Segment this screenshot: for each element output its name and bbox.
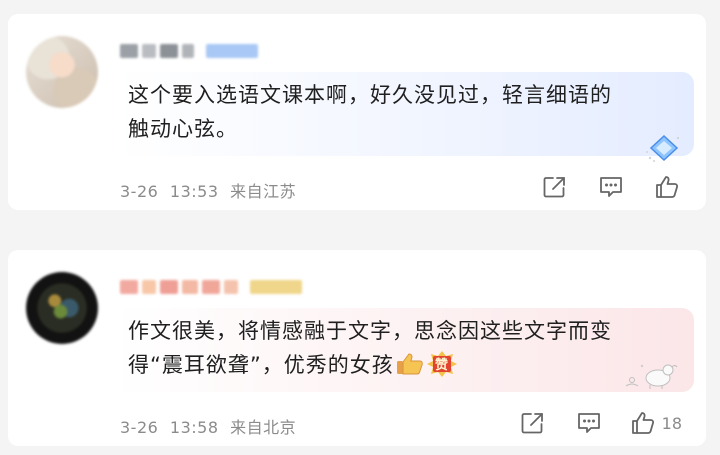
like-button[interactable]: 18 <box>630 410 682 436</box>
zan-emoji-icon: 赞 <box>426 351 457 377</box>
comment-icon <box>576 411 602 435</box>
comment-time: 13:58 <box>169 418 219 437</box>
reply-button[interactable] <box>574 410 604 436</box>
zan-emoji-text: 赞 <box>434 357 449 373</box>
comment-date: 3-26 <box>120 182 159 201</box>
comment-text: 作文很美，将情感融于文字，思念因这些文字而变 得“震耳欲聋”，优秀的女孩 赞 <box>128 319 612 377</box>
like-button[interactable] <box>652 174 682 200</box>
comment-meta: 3-26 13:53 来自江苏 <box>120 178 296 202</box>
thumbs-up-icon <box>630 410 656 436</box>
avatar[interactable] <box>26 36 98 108</box>
user-badge <box>206 44 258 58</box>
comment-location: 来自北京 <box>230 418 297 437</box>
username-blurred[interactable] <box>120 44 258 58</box>
share-icon <box>520 411 546 435</box>
username-blurred[interactable] <box>120 280 302 294</box>
comment-location: 来自江苏 <box>230 182 297 201</box>
comment-actions: 18 <box>518 410 682 436</box>
comment-date: 3-26 <box>120 418 159 437</box>
comment-card: 这个要入选语文课本啊，好久没见过，轻言细语的 触动心弦。 3-26 13:53 … <box>8 14 706 210</box>
like-count: 18 <box>661 413 682 433</box>
sheep-decoration-icon <box>622 358 682 392</box>
share-button[interactable] <box>518 410 548 436</box>
comment-actions <box>540 174 682 200</box>
comment-meta: 3-26 13:58 来自北京 <box>120 414 296 438</box>
comment-time: 13:53 <box>169 182 219 201</box>
reply-button[interactable] <box>596 174 626 200</box>
thumbs-up-icon <box>654 174 680 200</box>
comment-bubble[interactable]: 这个要入选语文课本啊，好久没见过，轻言细语的 触动心弦。 <box>116 72 694 162</box>
comment-icon <box>598 175 624 199</box>
comment-text: 这个要入选语文课本啊，好久没见过，轻言细语的 触动心弦。 <box>128 83 612 141</box>
diamond-decoration-icon <box>644 132 684 164</box>
user-badge <box>250 280 302 294</box>
share-button[interactable] <box>540 174 570 200</box>
thumbs-up-emoji-icon <box>396 352 424 376</box>
comment-card: 作文很美，将情感融于文字，思念因这些文字而变 得“震耳欲聋”，优秀的女孩 赞 3… <box>8 250 706 446</box>
avatar[interactable] <box>26 272 98 344</box>
comment-bubble[interactable]: 作文很美，将情感融于文字，思念因这些文字而变 得“震耳欲聋”，优秀的女孩 赞 <box>116 308 694 392</box>
share-icon <box>542 175 568 199</box>
